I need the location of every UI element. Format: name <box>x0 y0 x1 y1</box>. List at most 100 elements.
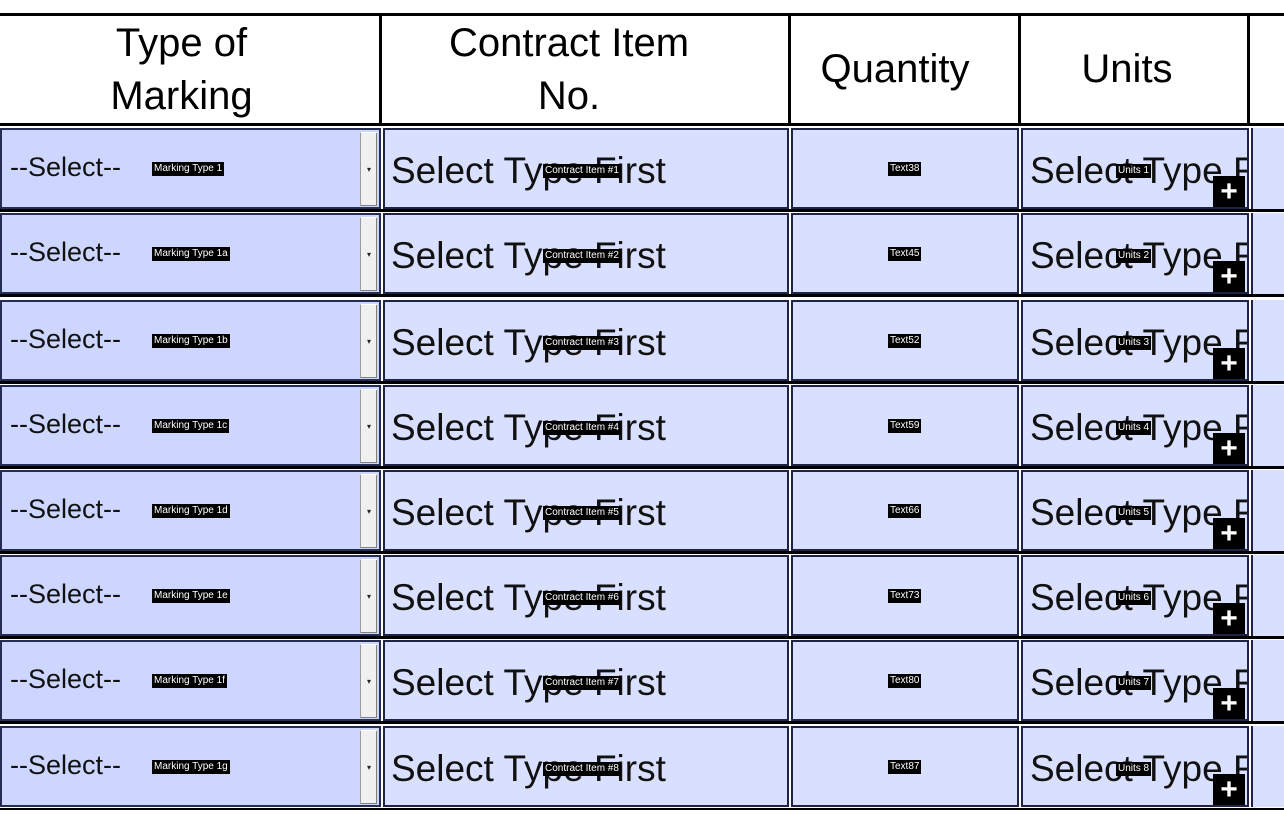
contract-item-field-label: Contract Item #4 <box>543 421 621 435</box>
units-field[interactable]: Select Type F Units 8 + <box>1021 726 1249 807</box>
chevron-down-icon[interactable]: ▾ <box>360 304 377 378</box>
units-field-label: Units 3 <box>1116 336 1152 350</box>
header-quantity: Quantity <box>820 47 970 91</box>
table-row: --Select-- Marking Type 1c ▾ Select Type… <box>0 385 1284 470</box>
chevron-down-icon[interactable]: ▾ <box>360 474 377 548</box>
chevron-down-icon[interactable]: ▾ <box>360 730 377 804</box>
contract-item-field[interactable]: Select Type First Contract Item #4 <box>383 385 789 466</box>
contract-item-placeholder: Select Type First <box>391 322 666 363</box>
table-row: --Select-- Marking Type 1b ▾ Select Type… <box>0 300 1284 385</box>
contract-item-field[interactable]: Select Type First Contract Item #3 <box>383 300 789 381</box>
plus-icon[interactable]: + <box>1213 261 1245 292</box>
quantity-field[interactable]: Text66 <box>791 470 1019 551</box>
units-field[interactable]: Select Type F Units 5 + <box>1021 470 1249 551</box>
marking-type-combobox[interactable]: --Select-- Marking Type 1a ▾ <box>0 213 381 294</box>
contract-item-placeholder: Select Type First <box>391 150 666 191</box>
units-field-label: Units 5 <box>1116 506 1152 520</box>
plus-icon[interactable]: + <box>1213 433 1245 464</box>
marking-type-value: --Select-- <box>10 324 122 354</box>
column-divider <box>1247 16 1250 124</box>
units-field[interactable]: Select Type F Units 3 + <box>1021 300 1249 381</box>
contract-item-field[interactable]: Select Type First Contract Item #5 <box>383 470 789 551</box>
units-field-label: Units 7 <box>1116 676 1152 690</box>
marking-type-field-label: Marking Type 1g <box>152 760 230 774</box>
contract-item-placeholder: Select Type First <box>391 748 666 789</box>
next-column-cell <box>1251 300 1284 381</box>
marking-type-value: --Select-- <box>10 409 122 439</box>
plus-icon[interactable]: + <box>1213 176 1245 207</box>
next-column-cell <box>1251 726 1284 807</box>
chevron-down-icon[interactable]: ▾ <box>360 389 377 463</box>
chevron-down-icon[interactable]: ▾ <box>360 217 377 291</box>
table-row: --Select-- Marking Type 1d ▾ Select Type… <box>0 470 1284 555</box>
quantity-field[interactable]: Text45 <box>791 213 1019 294</box>
marking-type-value: --Select-- <box>10 152 122 182</box>
quantity-field-label: Text45 <box>888 247 922 261</box>
chevron-down-icon[interactable]: ▾ <box>360 644 377 718</box>
contract-item-placeholder: Select Type First <box>391 577 666 618</box>
plus-icon[interactable]: + <box>1213 774 1245 805</box>
contract-item-field[interactable]: Select Type First Contract Item #1 <box>383 128 789 209</box>
next-column-cell <box>1251 128 1284 209</box>
marking-type-combobox[interactable]: --Select-- Marking Type 1d ▾ <box>0 470 381 551</box>
marking-type-value: --Select-- <box>10 494 122 524</box>
marking-type-combobox[interactable]: --Select-- Marking Type 1f ▾ <box>0 640 381 721</box>
plus-icon[interactable]: + <box>1213 348 1245 379</box>
marking-type-field-label: Marking Type 1 <box>152 162 225 176</box>
row-divider <box>0 636 1284 639</box>
quantity-field[interactable]: Text87 <box>791 726 1019 807</box>
plus-icon[interactable]: + <box>1213 603 1245 634</box>
next-column-cell <box>1251 385 1284 466</box>
next-column-cell <box>1251 555 1284 636</box>
marking-type-combobox[interactable]: --Select-- Marking Type 1g ▾ <box>0 726 381 807</box>
units-field[interactable]: Select Type F Units 2 + <box>1021 213 1249 294</box>
quantity-field[interactable]: Text52 <box>791 300 1019 381</box>
row-divider <box>0 551 1284 554</box>
contract-item-placeholder: Select Type First <box>391 407 666 448</box>
column-divider <box>1018 16 1021 124</box>
marking-type-field-label: Marking Type 1e <box>152 589 230 603</box>
table-row: --Select-- Marking Type 1g ▾ Select Type… <box>0 726 1284 811</box>
contract-item-field[interactable]: Select Type First Contract Item #6 <box>383 555 789 636</box>
header-units: Units <box>1081 47 1173 91</box>
marking-type-combobox[interactable]: --Select-- Marking Type 1 ▾ <box>0 128 381 209</box>
quantity-field-label: Text66 <box>888 504 922 518</box>
table-bottom-border <box>0 808 1284 810</box>
contract-item-field[interactable]: Select Type First Contract Item #8 <box>383 726 789 807</box>
contract-item-field-label: Contract Item #5 <box>543 506 621 520</box>
table-row: --Select-- Marking Type 1 ▾ Select Type … <box>0 128 1284 213</box>
table-row: --Select-- Marking Type 1f ▾ Select Type… <box>0 640 1284 725</box>
units-field-label: Units 1 <box>1116 164 1152 178</box>
units-field[interactable]: Select Type F Units 4 + <box>1021 385 1249 466</box>
units-field-label: Units 4 <box>1116 421 1152 435</box>
marking-type-combobox[interactable]: --Select-- Marking Type 1b ▾ <box>0 300 381 381</box>
units-field-label: Units 6 <box>1116 591 1152 605</box>
units-field[interactable]: Select Type F Units 6 + <box>1021 555 1249 636</box>
contract-item-placeholder: Select Type First <box>391 235 666 276</box>
marking-type-value: --Select-- <box>10 750 122 780</box>
chevron-down-icon[interactable]: ▾ <box>360 132 377 206</box>
chevron-down-icon[interactable]: ▾ <box>360 559 377 633</box>
units-field-label: Units 8 <box>1116 762 1152 776</box>
contract-item-field-label: Contract Item #2 <box>543 249 621 263</box>
contract-item-field[interactable]: Select Type First Contract Item #2 <box>383 213 789 294</box>
quantity-field[interactable]: Text80 <box>791 640 1019 721</box>
marking-type-combobox[interactable]: --Select-- Marking Type 1c ▾ <box>0 385 381 466</box>
quantity-field[interactable]: Text59 <box>791 385 1019 466</box>
quantity-field-label: Text87 <box>888 760 922 774</box>
contract-item-field-label: Contract Item #1 <box>543 164 621 178</box>
units-field[interactable]: Select Type F Units 1 + <box>1021 128 1249 209</box>
quantity-field-label: Text59 <box>888 419 922 433</box>
quantity-field[interactable]: Text38 <box>791 128 1019 209</box>
contract-item-field[interactable]: Select Type First Contract Item #7 <box>383 640 789 721</box>
column-divider <box>788 16 791 124</box>
next-column-cell <box>1251 470 1284 551</box>
plus-icon[interactable]: + <box>1213 688 1245 719</box>
marking-type-combobox[interactable]: --Select-- Marking Type 1e ▾ <box>0 555 381 636</box>
quantity-field-label: Text52 <box>888 334 922 348</box>
column-divider <box>379 16 382 124</box>
units-field[interactable]: Select Type F Units 7 + <box>1021 640 1249 721</box>
plus-icon[interactable]: + <box>1213 518 1245 549</box>
quantity-field[interactable]: Text73 <box>791 555 1019 636</box>
next-column-cell <box>1251 640 1284 721</box>
